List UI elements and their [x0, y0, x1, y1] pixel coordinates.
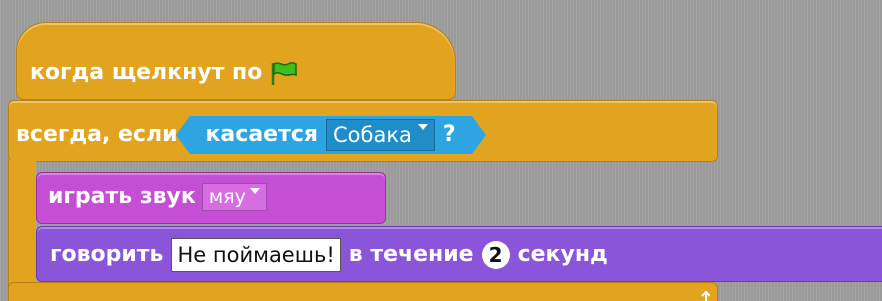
say-for-secs-label-row: говорить Не поймаешь! в течение 2 секунд [50, 238, 608, 272]
question-mark-label: ? [442, 122, 456, 147]
touching-label: касается [205, 122, 319, 147]
say-text-input[interactable]: Не поймаешь! [171, 238, 341, 272]
dropdown-arrow-icon [249, 188, 260, 194]
green-flag-icon [270, 60, 298, 86]
touching-target-dropdown[interactable]: Собака [326, 119, 435, 151]
when-flag-clicked-label: когда щелкнут по [30, 60, 263, 85]
sound-value: мяу [208, 186, 246, 208]
play-sound-label-row: играть звук мяу [48, 183, 267, 211]
say-label: говорить [50, 242, 164, 267]
forever-if-label-row: всегда, если касается Собака ? [16, 116, 486, 154]
for-label: в течение [348, 242, 474, 267]
forever-if-block-bottom[interactable] [8, 282, 718, 301]
forever-if-arm [8, 160, 36, 290]
play-sound-label: играть звук [48, 184, 196, 209]
touching-condition-block[interactable]: касается Собака ? [175, 116, 486, 154]
touching-target-value: Собака [333, 123, 412, 147]
seconds-label: секунд [517, 242, 608, 267]
script-area[interactable]: когда щелкнут по всегда, если касается С… [0, 0, 882, 301]
when-flag-clicked-label-row: когда щелкнут по [30, 60, 298, 86]
seconds-number-input[interactable]: 2 [481, 241, 510, 269]
forever-if-label: всегда, если [16, 122, 178, 147]
sound-dropdown[interactable]: мяу [201, 183, 267, 211]
dropdown-arrow-icon [417, 124, 428, 130]
loop-arrow-icon [694, 288, 711, 301]
